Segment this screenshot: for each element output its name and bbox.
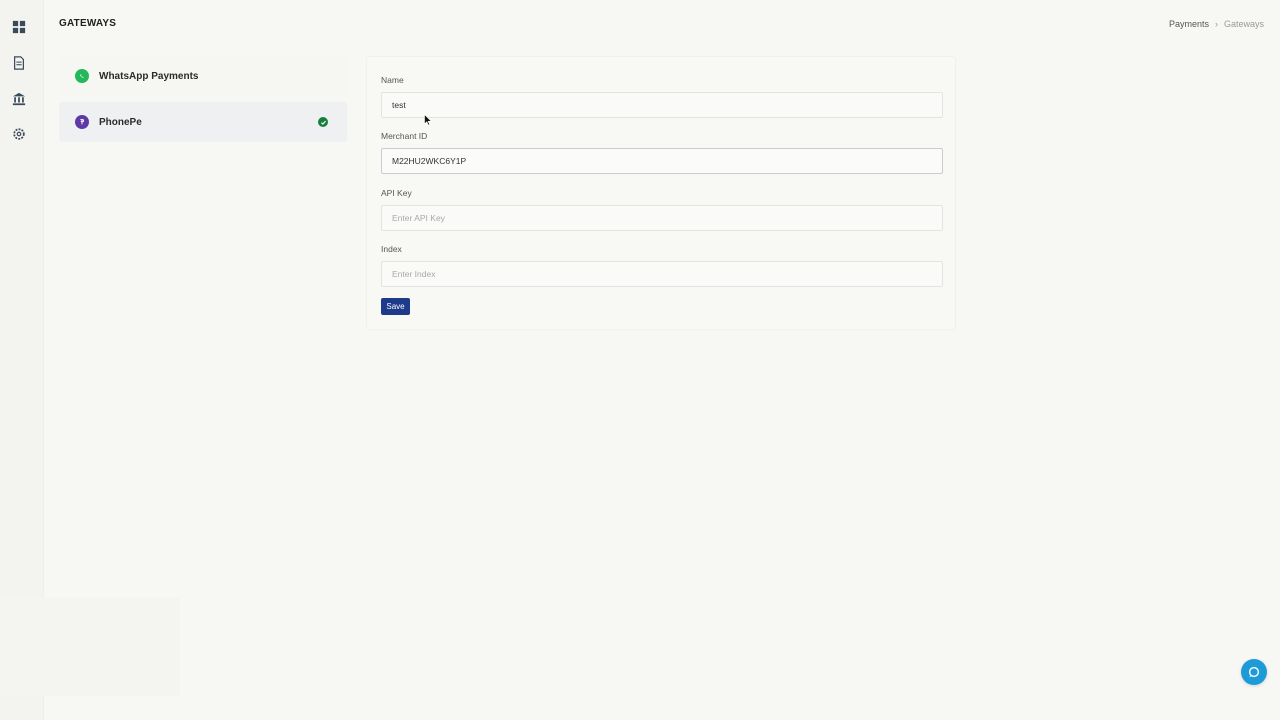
page-header: GATEWAYS Payments › Gateways	[44, 0, 1280, 46]
name-label: Name	[381, 75, 404, 85]
merchant-id-field[interactable]	[381, 148, 943, 174]
blank-panel	[0, 598, 180, 696]
chat-icon	[1248, 666, 1260, 678]
breadcrumb-gateways: Gateways	[1223, 19, 1264, 29]
check-circle-icon	[318, 117, 328, 127]
page-title: GATEWAYS	[59, 18, 117, 29]
gateway-list: WhatsApp Payments PhonePe	[59, 56, 347, 148]
name-field[interactable]	[381, 92, 943, 118]
help-chat-button[interactable]	[1241, 659, 1267, 685]
document-icon[interactable]	[11, 55, 27, 71]
save-button[interactable]: Save	[381, 298, 410, 315]
api-key-field[interactable]	[381, 205, 943, 231]
breadcrumb-separator: ›	[1214, 19, 1218, 29]
dashboard-icon[interactable]	[11, 19, 27, 35]
gateway-item-whatsapp[interactable]: WhatsApp Payments	[59, 56, 347, 96]
merchant-id-label: Merchant ID	[381, 131, 428, 141]
bank-icon[interactable]	[11, 91, 27, 107]
api-key-label: API Key	[381, 188, 412, 198]
gateway-item-phonepe[interactable]: PhonePe	[59, 102, 347, 142]
gateway-label: PhonePe	[99, 117, 142, 128]
settings-icon[interactable]	[11, 126, 27, 142]
gateway-label: WhatsApp Payments	[99, 71, 199, 82]
whatsapp-icon	[75, 69, 89, 83]
mouse-cursor-icon	[424, 114, 432, 126]
phonepe-icon	[75, 115, 89, 129]
index-field[interactable]	[381, 261, 943, 287]
gateway-form: Name Merchant ID API Key Index Save	[366, 56, 956, 330]
index-label: Index	[381, 244, 402, 254]
breadcrumb-payments[interactable]: Payments	[1169, 19, 1209, 29]
breadcrumb: Payments › Gateways	[1169, 19, 1264, 29]
